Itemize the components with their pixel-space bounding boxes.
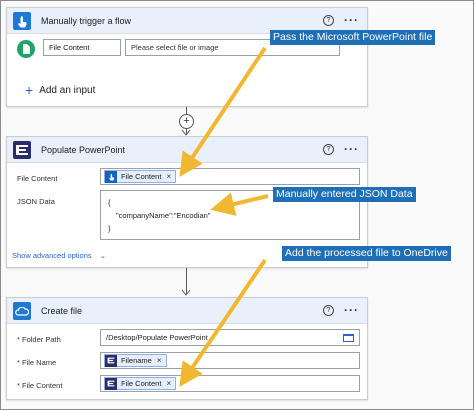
file-content-token[interactable]: File Content × bbox=[104, 170, 177, 183]
add-input-button[interactable]: + Add an input bbox=[25, 82, 95, 98]
help-icon[interactable]: ? bbox=[323, 144, 334, 155]
file-content-input[interactable]: File Content × bbox=[100, 375, 360, 392]
remove-token-icon[interactable]: × bbox=[166, 172, 171, 181]
encodian-icon bbox=[105, 377, 117, 390]
connector-line bbox=[186, 268, 187, 294]
plus-icon: + bbox=[25, 82, 34, 98]
file-content-name-input[interactable]: File Content bbox=[43, 39, 121, 56]
file-content-label: * File Content bbox=[17, 381, 63, 390]
file-content-label: File Content bbox=[17, 174, 58, 183]
create-file-card: Create file ? ··· * Folder Path /Desktop… bbox=[6, 297, 368, 400]
annotation-onedrive: Add the processed file to OneDrive bbox=[282, 246, 451, 261]
populate-card-header[interactable]: Populate PowerPoint ? ··· bbox=[7, 137, 367, 163]
create-file-card-header[interactable]: Create file ? ··· bbox=[7, 298, 367, 324]
annotation-json-data: Manually entered JSON Data bbox=[273, 187, 416, 202]
show-advanced-options-link[interactable]: Show advanced options ⌄ bbox=[12, 251, 106, 260]
encodian-icon bbox=[13, 141, 31, 159]
file-content-token[interactable]: File Content × bbox=[104, 377, 177, 390]
folder-path-input[interactable]: /Desktop/Populate PowerPoint bbox=[100, 329, 360, 346]
trigger-title: Manually trigger a flow bbox=[41, 15, 132, 26]
touch-icon bbox=[13, 12, 31, 30]
filename-token[interactable]: Filename × bbox=[104, 354, 167, 367]
trigger-card: Manually trigger a flow ? ··· File Conte… bbox=[6, 7, 368, 107]
file-input-icon bbox=[17, 40, 35, 58]
annotation-pass-file: Pass the Microsoft PowerPoint file bbox=[270, 30, 436, 45]
onedrive-icon bbox=[13, 302, 31, 320]
more-options-icon[interactable]: ··· bbox=[344, 303, 359, 317]
file-content-input[interactable]: File Content × bbox=[100, 168, 360, 185]
touch-icon bbox=[105, 354, 117, 367]
file-name-label: * File Name bbox=[17, 358, 57, 367]
touch-icon bbox=[105, 170, 117, 183]
chevron-down-icon: ⌄ bbox=[99, 251, 107, 260]
remove-token-icon[interactable]: × bbox=[157, 356, 162, 365]
help-icon[interactable]: ? bbox=[323, 15, 334, 26]
folder-icon[interactable] bbox=[343, 334, 354, 342]
remove-token-icon[interactable]: × bbox=[166, 379, 171, 388]
insert-step-button[interactable]: + bbox=[179, 114, 194, 129]
more-options-icon[interactable]: ··· bbox=[344, 142, 359, 156]
more-options-icon[interactable]: ··· bbox=[344, 13, 359, 27]
file-name-input[interactable]: Filename × bbox=[100, 352, 360, 369]
json-data-label: JSON Data bbox=[17, 197, 55, 206]
help-icon[interactable]: ? bbox=[323, 305, 334, 316]
folder-path-label: * Folder Path bbox=[17, 335, 61, 344]
create-file-title: Create file bbox=[41, 305, 83, 316]
populate-title: Populate PowerPoint bbox=[41, 144, 126, 155]
